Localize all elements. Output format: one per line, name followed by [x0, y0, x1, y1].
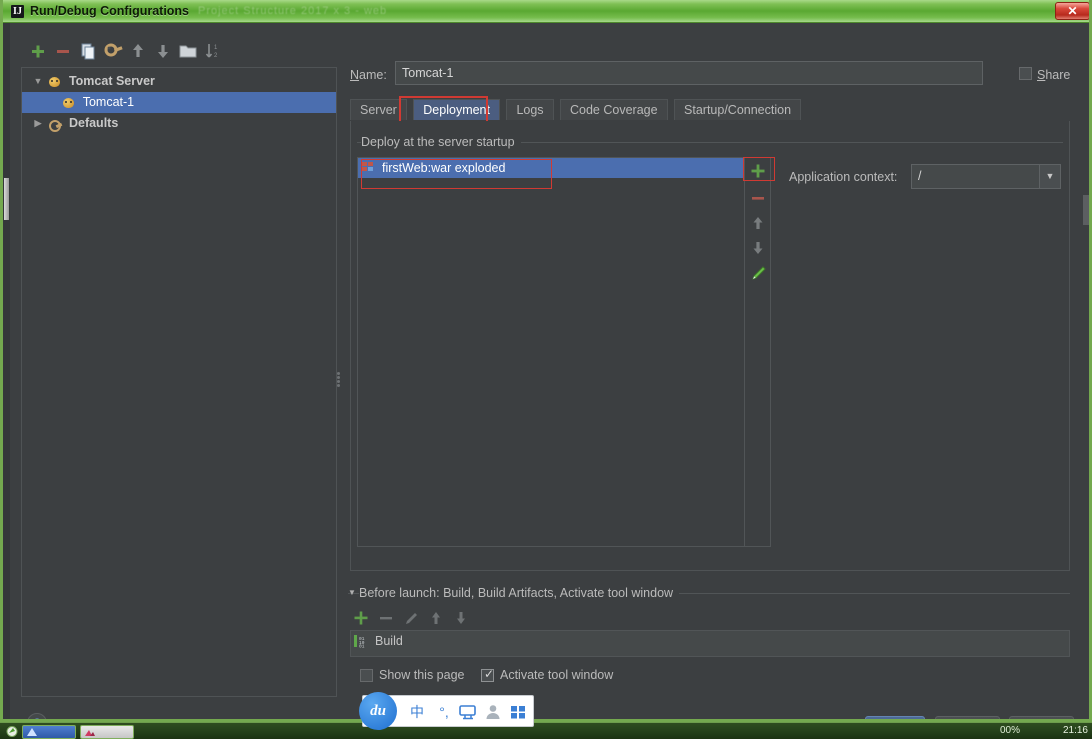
tree-node-tomcat-1[interactable]: Tomcat-1 [22, 92, 336, 113]
left-edge-scrollbar[interactable] [3, 23, 10, 719]
pencil-icon[interactable] [748, 263, 768, 283]
baidu-ime-logo[interactable]: du [359, 692, 397, 730]
ime-toolbox-grid-icon[interactable] [508, 700, 530, 724]
move-task-up-button[interactable] [426, 608, 446, 628]
list-item[interactable]: 01 10 01 Build [351, 631, 1069, 652]
left-edge-scrollbar-thumb[interactable] [4, 178, 9, 220]
svg-text:01: 01 [359, 644, 365, 648]
tree-node-defaults[interactable]: ▶ Defaults [22, 113, 336, 134]
desktop-background: 00% 21:16 IJ Run/Debug Configurations Pr… [0, 0, 1092, 739]
move-up-artifact-button[interactable] [748, 213, 768, 233]
close-window-button[interactable]: ✕ [1055, 2, 1089, 20]
tomcat-icon [47, 75, 63, 89]
move-task-down-button[interactable] [451, 608, 471, 628]
run-debug-configurations-dialog: IJ Run/Debug Configurations Project Stru… [0, 0, 1092, 722]
list-item-label: Build 'firstWeb:war exploded' artifact [375, 655, 575, 656]
before-launch-twisty-icon[interactable]: ▼ [348, 587, 356, 599]
activate-tool-window-label: Activate tool window [500, 668, 614, 682]
add-configuration-button[interactable] [27, 40, 49, 62]
share-label: Share [1037, 68, 1071, 82]
taskbar-icon-browser[interactable] [6, 726, 18, 737]
artifact-icon [354, 655, 369, 656]
configuration-tabs: Server Deployment Logs Code Coverage Sta… [350, 99, 1070, 121]
sort-configurations-icon[interactable]: 12 [202, 40, 224, 62]
ime-user-icon[interactable] [483, 700, 505, 724]
list-item-label: Build [375, 634, 403, 648]
chevron-down-icon[interactable]: ▼ [1039, 165, 1060, 188]
configuration-name-input[interactable]: Tomcat-1 [395, 61, 983, 85]
list-item-label: firstWeb:war exploded [382, 161, 506, 175]
build-icon: 01 10 01 [354, 634, 369, 648]
add-artifact-button[interactable] [748, 161, 768, 181]
name-label: Name: [350, 68, 387, 82]
baidu-ime-toolbar[interactable]: du 中 °, [359, 692, 534, 730]
before-launch-title: Before launch: Build, Build Artifacts, A… [359, 585, 680, 601]
tree-node-label: Tomcat-1 [82, 95, 135, 109]
tree-node-label: Defaults [68, 116, 119, 130]
show-this-page-label: Show this page [379, 668, 465, 682]
deployment-list-toolbar [745, 157, 771, 547]
right-edge-scrollbar-thumb[interactable] [1083, 195, 1089, 225]
list-item[interactable]: Build 'firstWeb:war exploded' artifact [351, 652, 1069, 656]
remove-artifact-button[interactable] [748, 188, 768, 208]
apply-button[interactable]: Apply [1009, 716, 1074, 719]
tab-startup-connection[interactable]: Startup/Connection [674, 99, 802, 120]
artifact-icon [362, 162, 375, 174]
activate-tool-window-checkbox[interactable]: ✓ [481, 667, 495, 682]
svg-text:2: 2 [214, 53, 218, 59]
taskbar-clock: 21:16 [1062, 725, 1088, 736]
folder-icon[interactable] [177, 40, 199, 62]
intellij-idea-icon: IJ [11, 5, 24, 18]
ime-keyboard-icon[interactable] [458, 700, 480, 724]
tab-deployment[interactable]: Deployment [413, 99, 500, 120]
ok-button[interactable]: OK [865, 716, 925, 719]
window-title: Run/Debug Configurations [30, 4, 190, 18]
before-launch-header: ▼ Before launch: Build, Build Artifacts,… [348, 585, 1070, 601]
ime-language-mode-button[interactable]: 中 [405, 700, 429, 724]
help-button[interactable]: ? [27, 713, 47, 719]
move-down-button[interactable] [152, 40, 174, 62]
deploy-group-label: Deploy at the server startup [361, 134, 521, 150]
tab-logs[interactable]: Logs [506, 99, 554, 120]
application-context-combobox[interactable]: / ▼ [911, 164, 1061, 189]
application-context-value: / [918, 169, 922, 183]
tree-twisty-collapsed-icon[interactable]: ▶ [32, 113, 44, 134]
application-context-label: Application context: [789, 170, 898, 184]
move-down-artifact-button[interactable] [748, 238, 768, 258]
taskbar-battery-status: 00% [999, 725, 1020, 736]
before-launch-toolbar [351, 608, 551, 628]
tomcat-icon [61, 96, 77, 110]
tree-twisty-expanded-icon[interactable]: ▼ [32, 71, 44, 92]
taskbar-item-2[interactable] [80, 725, 134, 739]
svg-text:1: 1 [214, 45, 218, 51]
window-titlebar[interactable]: IJ Run/Debug Configurations Project Stru… [3, 0, 1089, 23]
ime-punctuation-mode-button[interactable]: °, [433, 700, 455, 724]
move-up-button[interactable] [127, 40, 149, 62]
share-checkbox[interactable] [1019, 67, 1032, 80]
show-this-page-checkbox[interactable] [360, 669, 373, 682]
background-window-title-ghost: Project Structure 2017 x 3 - web [198, 5, 388, 17]
windows-taskbar[interactable]: 00% 21:16 [0, 722, 1092, 739]
remove-configuration-button[interactable] [52, 40, 74, 62]
copy-configuration-icon[interactable] [77, 40, 99, 62]
configurations-tree[interactable]: ▼ Tomcat Server Tomcat-1 ▶ Defaults [21, 67, 337, 697]
deployment-artifact-list[interactable]: firstWeb:war exploded [357, 157, 745, 547]
wrench-icon [47, 117, 63, 132]
check-mark-icon: ✓ [484, 667, 495, 681]
tab-code-coverage[interactable]: Code Coverage [560, 99, 668, 120]
tree-node-tomcat-server[interactable]: ▼ Tomcat Server [22, 71, 336, 92]
taskbar-item-1[interactable] [22, 725, 76, 739]
remove-task-button[interactable] [376, 608, 396, 628]
list-item[interactable]: firstWeb:war exploded [358, 158, 744, 178]
edit-task-pencil-icon[interactable] [401, 608, 421, 628]
add-task-button[interactable] [351, 608, 371, 628]
cancel-button[interactable]: Cancel [935, 716, 1000, 719]
edit-defaults-wrench-icon[interactable] [102, 40, 124, 62]
dialog-body: 12 ▼ Tomcat Server Tomcat-1 ▶ Defaults N… [3, 23, 1089, 719]
configurations-toolbar: 12 [21, 40, 331, 66]
tree-node-label: Tomcat Server [68, 74, 155, 88]
tab-server[interactable]: Server [350, 99, 407, 120]
panel-splitter-handle[interactable] [336, 371, 341, 387]
before-launch-task-list[interactable]: 011001 Build Build 'firstWeb:war explode… [350, 630, 1070, 657]
